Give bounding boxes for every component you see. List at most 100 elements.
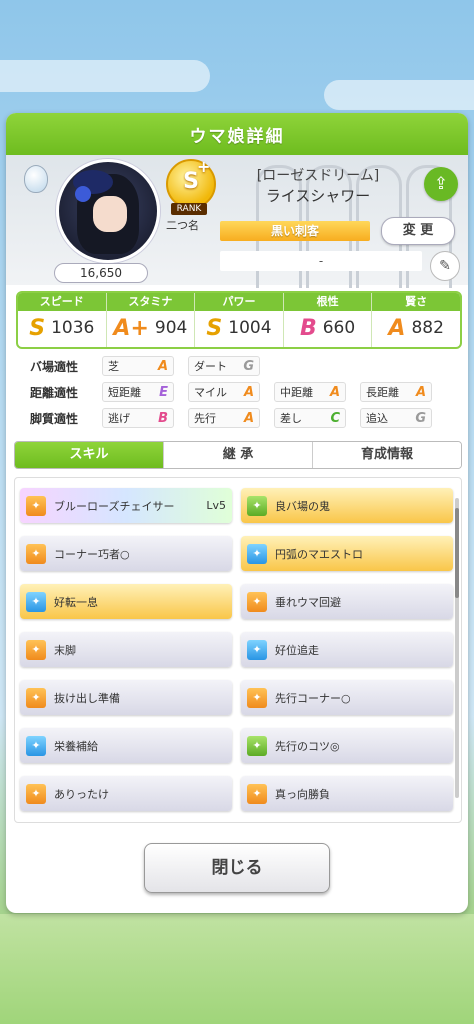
stat-value: 882	[411, 318, 444, 338]
tab-inheritance[interactable]: 継 承	[164, 442, 313, 468]
aptitude-grade: A	[243, 384, 254, 400]
skill-item[interactable]: ✦ 先行のコツ◎	[241, 728, 453, 763]
aptitude-grade: A	[157, 358, 168, 374]
close-button[interactable]: 閉じる	[144, 843, 330, 893]
egg-icon[interactable]	[24, 165, 48, 193]
skill-item[interactable]: ✦ 好転一息	[20, 584, 232, 619]
skill-item[interactable]: ✦ 良バ場の鬼	[241, 488, 453, 523]
skill-name: 先行コーナー○	[275, 691, 351, 705]
aptitude-name: 逃げ	[108, 412, 130, 425]
stat-grade: B	[299, 315, 317, 341]
stats-table: スピード S 1036 スタミナ A+ 904 パワー S 1004 根性 B	[16, 291, 462, 349]
aptitude-name: 芝	[108, 360, 119, 373]
aptitude-grade: G	[415, 410, 426, 426]
skill-icon: ✦	[26, 783, 46, 804]
alias-bar: 黒い刺客	[220, 221, 370, 241]
skill-item[interactable]: ✦ 栄養補給	[20, 728, 232, 763]
stat-grade: A+	[113, 315, 149, 341]
stat-grade: S	[206, 315, 223, 341]
stat-stamina: スタミナ A+ 904	[106, 293, 196, 347]
skill-icon: ✦	[247, 687, 267, 708]
pencil-icon: ✎	[439, 258, 451, 274]
rank-label: RANK	[171, 203, 207, 215]
skill-name: 円弧のマエストロ	[275, 547, 363, 561]
aptitude-name: 追込	[366, 412, 388, 425]
skill-item[interactable]: ✦ コーナー巧者○	[20, 536, 232, 571]
aptitude-cell: ダート G	[188, 356, 260, 376]
goal-bar: -	[220, 251, 422, 271]
aptitude-row-distance: 距離適性 短距離 E マイル A 中距離 A 長距離 A	[30, 379, 460, 405]
skill-name: 好位追走	[275, 643, 319, 657]
skill-name: 好転一息	[54, 595, 98, 609]
detail-tabs: スキル 継 承 育成情報	[14, 441, 462, 469]
skill-name: 垂れウマ回避	[275, 595, 341, 609]
stat-power: パワー S 1004	[195, 293, 284, 347]
stat-grade: S	[29, 315, 46, 341]
aptitude-cell: 差し C	[274, 408, 346, 428]
character-name: ライスシャワー	[265, 187, 371, 205]
character-hero: 16,650 S + RANK 二つ名 [ローゼスドリーム] ライスシャワー ⇪…	[6, 155, 468, 288]
tab-skills[interactable]: スキル	[15, 442, 164, 468]
change-alias-button[interactable]: 変 更	[381, 217, 455, 245]
skills-grid: ✦ ブルーローズチェイサー Lv5 ✦ 良バ場の鬼 ✦ コーナー巧者○ ✦ 円弧のマエストロ ✦ 好…	[20, 488, 453, 811]
aptitude-name: マイル	[194, 386, 227, 399]
tab-training-info[interactable]: 育成情報	[313, 442, 461, 468]
skill-icon: ✦	[26, 591, 46, 612]
stat-value: 904	[154, 318, 188, 338]
skills-list[interactable]: ✦ ブルーローズチェイサー Lv5 ✦ 良バ場の鬼 ✦ コーナー巧者○ ✦ 円弧のマエストロ ✦ 好…	[14, 477, 462, 823]
edit-button[interactable]: ✎	[430, 251, 460, 281]
stat-guts: 根性 B 660	[283, 293, 373, 347]
aptitude-label: 距離適性	[30, 385, 79, 400]
aptitude-cell: マイル A	[188, 382, 260, 402]
character-title: [ローゼスドリーム]	[256, 168, 380, 184]
aptitude-name: 差し	[280, 412, 302, 425]
skill-icon: ✦	[247, 543, 267, 564]
skill-item[interactable]: ✦ 抜け出し準備	[20, 680, 232, 715]
aptitude-grade: A	[329, 384, 340, 400]
aptitude-grade: G	[243, 358, 254, 374]
skill-icon: ✦	[247, 639, 267, 660]
aptitude-grade: A	[243, 410, 254, 426]
skill-name: 抜け出し準備	[54, 691, 120, 705]
aptitude-grade: C	[330, 410, 340, 426]
skill-name: 真っ向勝負	[275, 787, 330, 801]
aptitude-name: 中距離	[280, 386, 313, 399]
skill-icon: ✦	[247, 735, 267, 756]
character-portrait[interactable]	[56, 159, 160, 263]
skill-icon: ✦	[247, 591, 267, 612]
aptitude-label: バ場適性	[30, 359, 79, 374]
aptitude-cell: 逃げ B	[102, 408, 174, 428]
skill-icon: ✦	[26, 495, 46, 516]
aptitude-name: 長距離	[366, 386, 399, 399]
dialog-header: ウマ娘詳細	[6, 113, 468, 155]
uma-detail-dialog: ウマ娘詳細 16,650 S + RANK 二つ名 [ローゼスドリーム] ライス…	[6, 113, 468, 913]
skill-item[interactable]: ✦ 真っ向勝負	[241, 776, 453, 811]
skill-item[interactable]: ✦ 好位追走	[241, 632, 453, 667]
skill-item[interactable]: ✦ ありったけ	[20, 776, 232, 811]
stat-label: パワー	[195, 293, 283, 311]
stat-value: 1004	[228, 318, 272, 338]
aptitude-cell: 中距離 A	[274, 382, 346, 402]
skill-item[interactable]: ✦ 先行コーナー○	[241, 680, 453, 715]
skill-icon: ✦	[26, 639, 46, 660]
skill-item[interactable]: ✦ 末脚	[20, 632, 232, 667]
stat-label: スタミナ	[106, 293, 195, 311]
aptitude-row-style: 脚質適性 逃げ B 先行 A 差し C 追込 G	[30, 405, 460, 431]
stat-wisdom: 賢さ A 882	[372, 293, 460, 347]
skill-item[interactable]: ✦ 円弧のマエストロ	[241, 536, 453, 571]
stat-value: 1036	[51, 318, 95, 338]
dialog-title: ウマ娘詳細	[189, 126, 285, 147]
nickname-label: 二つ名	[166, 219, 199, 232]
rank-plus: +	[197, 157, 211, 176]
background-banner-left	[0, 60, 210, 92]
skill-name: 栄養補給	[54, 739, 98, 753]
share-button[interactable]: ⇪	[424, 167, 458, 201]
aptitude-cell: 長距離 A	[360, 382, 432, 402]
skills-scrollbar[interactable]	[455, 498, 459, 798]
skill-name: 良バ場の鬼	[275, 499, 330, 513]
skill-item[interactable]: ✦ 垂れウマ回避	[241, 584, 453, 619]
aptitude-grade: A	[415, 384, 426, 400]
skill-icon: ✦	[26, 543, 46, 564]
stat-value: 660	[322, 318, 356, 338]
skill-item[interactable]: ✦ ブルーローズチェイサー Lv5	[20, 488, 232, 523]
